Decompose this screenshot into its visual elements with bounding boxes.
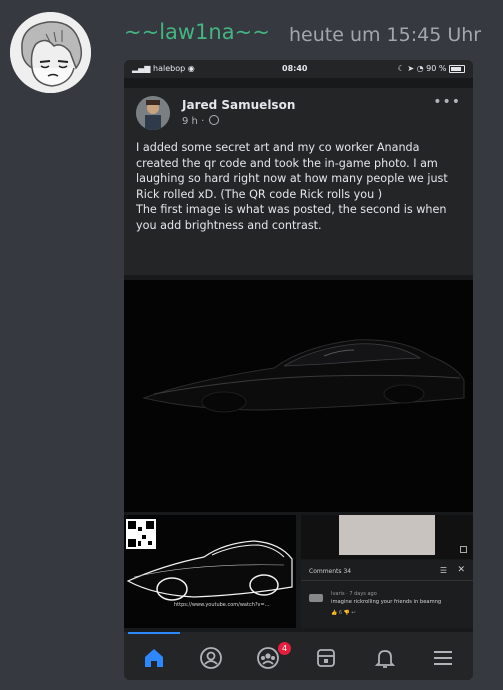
post-paragraph-2: The first image is what was posted, the … — [136, 203, 447, 232]
profile-icon[interactable] — [199, 646, 223, 670]
comments-header: Comments 34 — [309, 568, 351, 575]
comments-count: 34 — [343, 568, 352, 575]
facebook-post: Jared Samuelson 9 h · ••• I added some s… — [124, 88, 473, 275]
globe-icon — [209, 115, 220, 125]
carrier-name: halebop — [153, 64, 186, 73]
post-meta: 9 h · — [182, 115, 220, 127]
comment-actions[interactable]: 👍 6 👎 ↩ — [331, 610, 356, 616]
post-paragraph-1: I added some secret art and my co worker… — [136, 141, 448, 201]
groups-icon[interactable] — [256, 646, 280, 670]
active-tab-indicator — [128, 632, 180, 634]
more-options-icon[interactable]: ••• — [433, 94, 461, 110]
post-age: 9 h — [182, 116, 198, 127]
comments-title: Comments — [309, 568, 342, 575]
author-avatar[interactable] — [136, 96, 170, 130]
post-text: I added some secret art and my co worker… — [136, 140, 464, 233]
location-icon: ➤ — [407, 64, 415, 73]
phone-time: 08:40 — [282, 64, 308, 73]
commenter-avatar — [309, 594, 323, 602]
marketplace-icon[interactable] — [314, 646, 338, 670]
carrier-label: ▂▄▆ halebop ◉ — [132, 64, 195, 73]
moon-icon: ☾ — [397, 64, 405, 73]
bottom-tab-bar: 4 — [124, 632, 473, 680]
commenter-name: Ivaris · 7 days ago — [331, 591, 377, 597]
video-thumbnail[interactable] — [301, 515, 473, 559]
dot-separator: · — [201, 116, 205, 127]
bell-icon[interactable] — [373, 646, 397, 670]
user-avatar[interactable] — [10, 12, 91, 93]
divider — [301, 580, 473, 581]
message-username[interactable]: ~~law1na~~ — [124, 19, 270, 45]
post-photo-dark-car[interactable] — [124, 280, 473, 512]
wifi-icon: ◉ — [187, 64, 195, 73]
alarm-icon: ◔ — [416, 64, 424, 73]
video-preview-image — [339, 515, 435, 555]
close-icon[interactable]: ✕ — [457, 565, 465, 575]
menu-icon[interactable] — [431, 646, 455, 670]
qr-caption: https://www.youtube.com/watch?v=... — [174, 602, 270, 608]
phone-status-bar: ▂▄▆ halebop ◉ 08:40 ☾ ➤ ◔ 90 % — [124, 60, 473, 78]
notification-badge: 4 — [278, 642, 291, 655]
battery-icon — [449, 64, 465, 73]
status-right: ☾ ➤ ◔ 90 % — [398, 64, 465, 73]
brightened-image-thumbnail[interactable]: https://www.youtube.com/watch?v=... — [124, 515, 296, 628]
comment-text: imagine rickrolling your friends in beam… — [331, 599, 442, 605]
sort-menu-icon[interactable]: ☰ — [440, 566, 447, 575]
battery-percent: 90 % — [426, 64, 447, 73]
qr-code-icon — [126, 519, 156, 549]
home-icon[interactable] — [142, 646, 166, 670]
comments-panel: Comments 34 ☰ ✕ Ivaris · 7 days ago imag… — [301, 560, 473, 628]
attached-screenshot[interactable]: ▂▄▆ halebop ◉ 08:40 ☾ ➤ ◔ 90 % Jared Sam… — [124, 60, 473, 680]
post-author[interactable]: Jared Samuelson — [182, 98, 295, 112]
signal-icon: ▂▄▆ — [132, 64, 151, 73]
message-timestamp: heute um 15:45 Uhr — [289, 24, 482, 46]
fullscreen-icon[interactable] — [460, 546, 467, 553]
